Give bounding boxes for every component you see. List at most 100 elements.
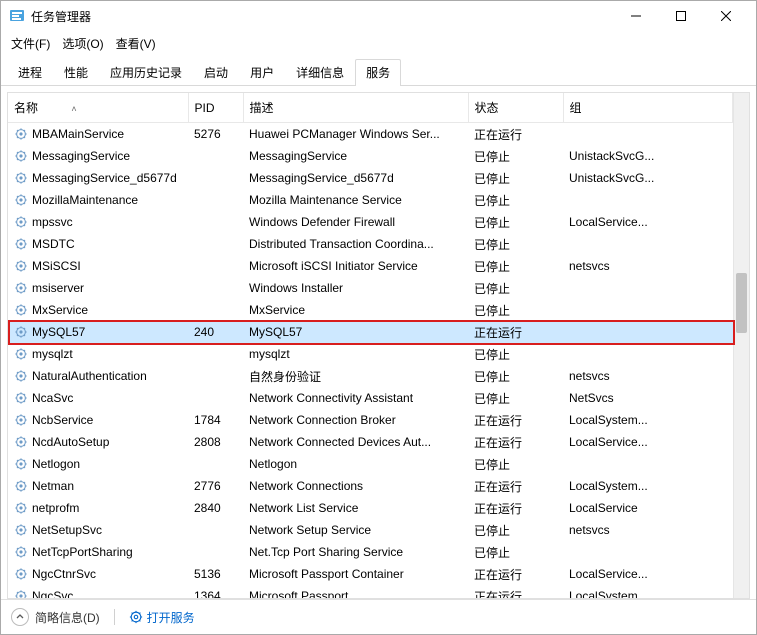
service-desc: Net.Tcp Port Sharing Service: [243, 541, 468, 563]
menu-view[interactable]: 查看(V): [116, 35, 156, 52]
service-desc: Windows Defender Firewall: [243, 211, 468, 233]
window-title: 任务管理器: [31, 8, 91, 25]
service-state: 已停止: [468, 299, 563, 321]
table-row[interactable]: MBAMainService5276Huawei PCManager Windo…: [8, 123, 733, 146]
table-row[interactable]: NgcCtnrSvc5136Microsoft Passport Contain…: [8, 563, 733, 585]
open-services-link[interactable]: 打开服务: [129, 609, 195, 626]
table-row[interactable]: mysqlztmysqlzt已停止: [8, 343, 733, 365]
service-group: netsvcs: [563, 365, 733, 387]
tab-services[interactable]: 服务: [355, 59, 401, 86]
service-state: 已停止: [468, 277, 563, 299]
table-row[interactable]: MSiSCSIMicrosoft iSCSI Initiator Service…: [8, 255, 733, 277]
service-group: LocalSystem...: [563, 585, 733, 598]
sort-asc-icon: ˄: [71, 104, 76, 114]
service-group: LocalService...: [563, 563, 733, 585]
table-row[interactable]: MessagingServiceMessagingService已停止Unist…: [8, 145, 733, 167]
scrollbar-thumb[interactable]: [736, 273, 747, 333]
minimize-button[interactable]: [613, 1, 658, 31]
table-row[interactable]: MySQL57240MySQL57正在运行: [8, 321, 733, 343]
table-row[interactable]: MxServiceMxService已停止: [8, 299, 733, 321]
table-row[interactable]: NaturalAuthentication自然身份验证已停止netsvcs: [8, 365, 733, 387]
menu-file[interactable]: 文件(F): [11, 35, 50, 52]
col-header-desc[interactable]: 描述: [243, 93, 468, 123]
table-row[interactable]: MessagingService_d5677dMessagingService_…: [8, 167, 733, 189]
vertical-scrollbar[interactable]: [733, 93, 749, 598]
table-row[interactable]: NetlogonNetlogon已停止: [8, 453, 733, 475]
service-group: [563, 343, 733, 365]
service-desc: Netlogon: [243, 453, 468, 475]
service-pid: [188, 145, 243, 167]
service-pid: [188, 167, 243, 189]
tab-app-history[interactable]: 应用历史记录: [99, 59, 193, 86]
service-name: NgcSvc: [32, 589, 73, 598]
tab-details[interactable]: 详细信息: [285, 59, 355, 86]
service-name: msiserver: [32, 281, 84, 295]
service-desc: Mozilla Maintenance Service: [243, 189, 468, 211]
maximize-button[interactable]: [658, 1, 703, 31]
service-state: 正在运行: [468, 585, 563, 598]
service-gear-icon: [14, 479, 28, 493]
tab-strip: 进程 性能 应用历史记录 启动 用户 详细信息 服务: [1, 58, 756, 86]
fewer-details-label[interactable]: 简略信息(D): [35, 609, 100, 626]
service-desc: MySQL57: [243, 321, 468, 343]
service-gear-icon: [14, 303, 28, 317]
tab-processes[interactable]: 进程: [7, 59, 53, 86]
tab-startup[interactable]: 启动: [193, 59, 239, 86]
fewer-details-toggle[interactable]: [11, 608, 29, 626]
service-name: Netman: [32, 479, 74, 493]
col-header-pid[interactable]: PID: [188, 93, 243, 123]
service-group: NetSvcs: [563, 387, 733, 409]
table-row[interactable]: MozillaMaintenanceMozilla Maintenance Se…: [8, 189, 733, 211]
service-desc: Network Connections: [243, 475, 468, 497]
service-state: 已停止: [468, 189, 563, 211]
service-pid: [188, 343, 243, 365]
service-pid: [188, 189, 243, 211]
app-icon: [9, 8, 25, 24]
service-state: 已停止: [468, 519, 563, 541]
service-pid: 240: [188, 321, 243, 343]
service-state: 正在运行: [468, 563, 563, 585]
service-state: 已停止: [468, 387, 563, 409]
table-row[interactable]: msiserverWindows Installer已停止: [8, 277, 733, 299]
tab-users[interactable]: 用户: [239, 59, 285, 86]
col-header-state[interactable]: 状态: [468, 93, 563, 123]
table-row[interactable]: MSDTCDistributed Transaction Coordina...…: [8, 233, 733, 255]
col-header-name[interactable]: 名称 ˄: [8, 93, 188, 123]
service-pid: 5276: [188, 123, 243, 146]
close-button[interactable]: [703, 1, 748, 31]
service-name: NcbService: [32, 413, 93, 427]
service-gear-icon: [14, 523, 28, 537]
table-row[interactable]: NcbService1784Network Connection Broker正…: [8, 409, 733, 431]
service-state: 正在运行: [468, 497, 563, 519]
service-desc: 自然身份验证: [243, 365, 468, 387]
service-group: UnistackSvcG...: [563, 167, 733, 189]
table-row[interactable]: NetTcpPortSharingNet.Tcp Port Sharing Se…: [8, 541, 733, 563]
table-row[interactable]: NcdAutoSetup2808Network Connected Device…: [8, 431, 733, 453]
tab-performance[interactable]: 性能: [53, 59, 99, 86]
service-gear-icon: [14, 281, 28, 295]
service-group: [563, 541, 733, 563]
col-header-group[interactable]: 组: [563, 93, 733, 123]
service-group: [563, 277, 733, 299]
service-pid: [188, 365, 243, 387]
service-pid: 2776: [188, 475, 243, 497]
table-row[interactable]: NgcSvc1364Microsoft Passport正在运行LocalSys…: [8, 585, 733, 598]
table-row[interactable]: mpssvcWindows Defender Firewall已停止LocalS…: [8, 211, 733, 233]
service-desc: MessagingService_d5677d: [243, 167, 468, 189]
service-gear-icon: [14, 193, 28, 207]
service-state: 已停止: [468, 365, 563, 387]
service-name: MxService: [32, 303, 88, 317]
table-row[interactable]: Netman2776Network Connections正在运行LocalSy…: [8, 475, 733, 497]
service-state: 正在运行: [468, 321, 563, 343]
service-name: NcaSvc: [32, 391, 73, 405]
menu-options[interactable]: 选项(O): [62, 35, 103, 52]
service-gear-icon: [14, 567, 28, 581]
service-desc: Network Setup Service: [243, 519, 468, 541]
table-row[interactable]: netprofm2840Network List Service正在运行Loca…: [8, 497, 733, 519]
service-desc: Network Connectivity Assistant: [243, 387, 468, 409]
service-pid: 2808: [188, 431, 243, 453]
table-row[interactable]: NetSetupSvcNetwork Setup Service已停止netsv…: [8, 519, 733, 541]
service-gear-icon: [14, 435, 28, 449]
table-row[interactable]: NcaSvc Network Connectivity Assistant已停止N…: [8, 387, 733, 409]
service-group: LocalService...: [563, 211, 733, 233]
